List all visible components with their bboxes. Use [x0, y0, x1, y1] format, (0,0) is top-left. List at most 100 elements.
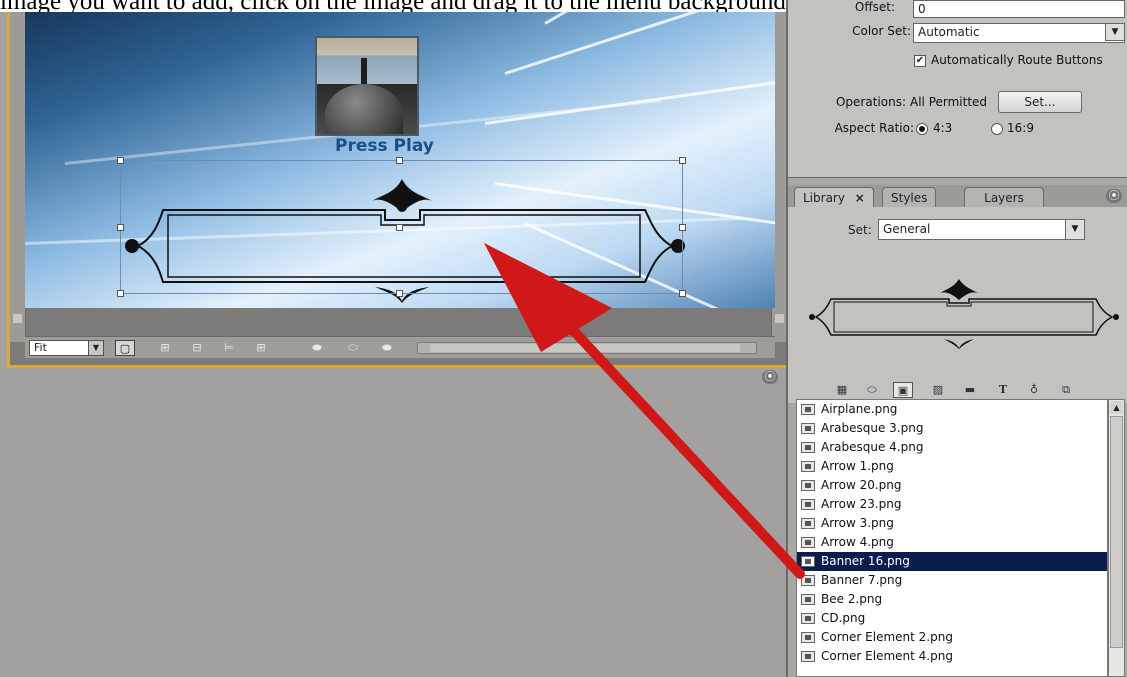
- image-file-icon: [801, 613, 815, 624]
- close-icon[interactable]: ×: [855, 191, 865, 205]
- set-label: Set:: [848, 223, 872, 237]
- resize-handle[interactable]: [117, 224, 124, 231]
- file-name: CD.png: [821, 611, 866, 625]
- aspect-ratio-label: Aspect Ratio:: [834, 121, 914, 135]
- file-name: Arrow 23.png: [821, 497, 902, 511]
- resize-handle[interactable]: [396, 157, 403, 164]
- button-style-3-icon[interactable]: ⬬: [377, 340, 397, 356]
- video-thumbnail[interactable]: [315, 36, 419, 136]
- scroll-down-icon[interactable]: [13, 314, 22, 323]
- scroll-up-icon[interactable]: ▲: [1110, 401, 1123, 414]
- list-item[interactable]: Bee 2.png: [797, 590, 1107, 609]
- list-item[interactable]: Airplane.png: [797, 400, 1107, 419]
- panel-menu-icon[interactable]: ⦿: [1106, 189, 1122, 203]
- set-select[interactable]: General ▼: [878, 219, 1085, 240]
- text-filter-icon[interactable]: T: [993, 382, 1013, 398]
- resize-handle[interactable]: [679, 157, 686, 164]
- safe-area-toggle[interactable]: ▢: [115, 340, 135, 356]
- list-item[interactable]: Arrow 1.png: [797, 457, 1107, 476]
- operations-value: All Permitted: [910, 95, 988, 109]
- tab-styles[interactable]: Styles: [882, 187, 937, 207]
- resize-handle[interactable]: [396, 290, 403, 297]
- set-operations-button[interactable]: Set...: [998, 91, 1082, 113]
- chevron-down-icon[interactable]: ▼: [1065, 219, 1085, 240]
- file-name: Banner 7.png: [821, 573, 903, 587]
- color-set-label: Color Set:: [852, 24, 911, 38]
- image-file-icon: [801, 442, 815, 453]
- image-file-icon: [801, 480, 815, 491]
- press-play-label[interactable]: Press Play: [335, 136, 455, 156]
- list-item[interactable]: Arrow 4.png: [797, 533, 1107, 552]
- aspect-4-3-radio[interactable]: [916, 123, 928, 135]
- image-file-icon: [801, 518, 815, 529]
- horizontal-scrollbar[interactable]: [417, 342, 757, 354]
- library-panel: Set: General ▼: [788, 207, 1127, 403]
- button-style-2-icon[interactable]: ⬭: [343, 340, 363, 356]
- image-file-icon: [801, 632, 815, 643]
- center-handle[interactable]: [396, 224, 403, 231]
- list-item-selected[interactable]: Banner 16.png: [797, 552, 1107, 571]
- resize-handle[interactable]: [679, 224, 686, 231]
- file-name: Arabesque 3.png: [821, 421, 924, 435]
- offset-field[interactable]: 0: [913, 0, 1125, 18]
- workspace: Press Play Fit ▼ ▢ ⊞ ⊟ ⊨ ⊞ ⬬ ⬭ ⬬ ⦿: [0, 12, 790, 677]
- tab-styles-label: Styles: [891, 191, 928, 205]
- backgrounds-filter-icon[interactable]: ▨: [928, 382, 948, 398]
- distribute-icon[interactable]: ⊞: [251, 340, 271, 356]
- file-name: Corner Element 4.png: [821, 649, 953, 663]
- menu-canvas[interactable]: Press Play: [25, 12, 775, 308]
- place-icon[interactable]: ⧉: [1056, 382, 1076, 398]
- list-item[interactable]: Banner 7.png: [797, 571, 1107, 590]
- image-file-icon: [801, 575, 815, 586]
- scrollbar-thumb[interactable]: [430, 344, 740, 352]
- images-filter-icon[interactable]: ▣: [893, 382, 913, 398]
- tab-layers[interactable]: Layers: [964, 187, 1044, 207]
- list-item[interactable]: Arrow 20.png: [797, 476, 1107, 495]
- list-item[interactable]: CD.png: [797, 609, 1107, 628]
- button-style-icon[interactable]: ⬬: [307, 340, 327, 356]
- monitor-toolbar: Fit ▼ ▢ ⊞ ⊟ ⊨ ⊞ ⬬ ⬭ ⬬: [25, 336, 775, 358]
- auto-route-checkbox[interactable]: ✔: [914, 55, 926, 67]
- chevron-down-icon[interactable]: ▼: [1105, 23, 1125, 41]
- offset-label: Offset:: [854, 0, 895, 14]
- file-name: Arrow 3.png: [821, 516, 894, 530]
- library-preview: [809, 279, 1119, 349]
- image-file-icon: [801, 594, 815, 605]
- list-item[interactable]: Corner Element 2.png: [797, 628, 1107, 647]
- show-hide-icon[interactable]: ⊟: [187, 340, 207, 356]
- panel-menu-icon[interactable]: ⦿: [762, 370, 778, 384]
- library-file-list[interactable]: Airplane.png Arabesque 3.png Arabesque 4…: [796, 399, 1108, 677]
- list-item[interactable]: Arabesque 4.png: [797, 438, 1107, 457]
- list-item[interactable]: Arabesque 3.png: [797, 419, 1107, 438]
- color-set-select[interactable]: Automatic ▼: [913, 23, 1125, 43]
- menus-filter-icon[interactable]: ▦: [832, 382, 852, 398]
- operations-label: Operations:: [835, 95, 906, 109]
- replace-icon[interactable]: ♁: [1024, 382, 1044, 398]
- right-panel: Offset: 0 Color Set: Automatic ▼ ✔ Autom…: [786, 0, 1127, 677]
- scroll-down-icon[interactable]: [775, 314, 784, 323]
- list-item[interactable]: Arrow 23.png: [797, 495, 1107, 514]
- color-set-value: Automatic: [918, 25, 980, 39]
- image-file-icon: [801, 651, 815, 662]
- tab-layers-label: Layers: [984, 191, 1024, 205]
- grid-icon[interactable]: ⊞: [155, 340, 175, 356]
- zoom-select[interactable]: Fit ▼: [29, 340, 104, 356]
- tab-library[interactable]: Library ×: [794, 187, 874, 208]
- resize-handle[interactable]: [117, 290, 124, 297]
- file-name: Arrow 20.png: [821, 478, 902, 492]
- list-item[interactable]: Arrow 3.png: [797, 514, 1107, 533]
- list-item[interactable]: Corner Element 4.png: [797, 647, 1107, 666]
- file-name: Airplane.png: [821, 402, 898, 416]
- file-list-scrollbar[interactable]: ▲: [1108, 399, 1125, 677]
- scrollbar-thumb[interactable]: [1110, 416, 1123, 648]
- buttons-filter-icon[interactable]: ⬭: [862, 382, 882, 398]
- left-scrollbar[interactable]: [10, 12, 26, 342]
- image-file-icon: [801, 499, 815, 510]
- resize-handle[interactable]: [679, 290, 686, 297]
- layer-sets-filter-icon[interactable]: ▬: [960, 382, 980, 398]
- aspect-16-9-radio[interactable]: [991, 123, 1003, 135]
- resize-handle[interactable]: [117, 157, 124, 164]
- align-icon[interactable]: ⊨: [219, 340, 239, 356]
- chevron-down-icon[interactable]: ▼: [88, 340, 104, 356]
- file-name: Banner 16.png: [821, 554, 910, 568]
